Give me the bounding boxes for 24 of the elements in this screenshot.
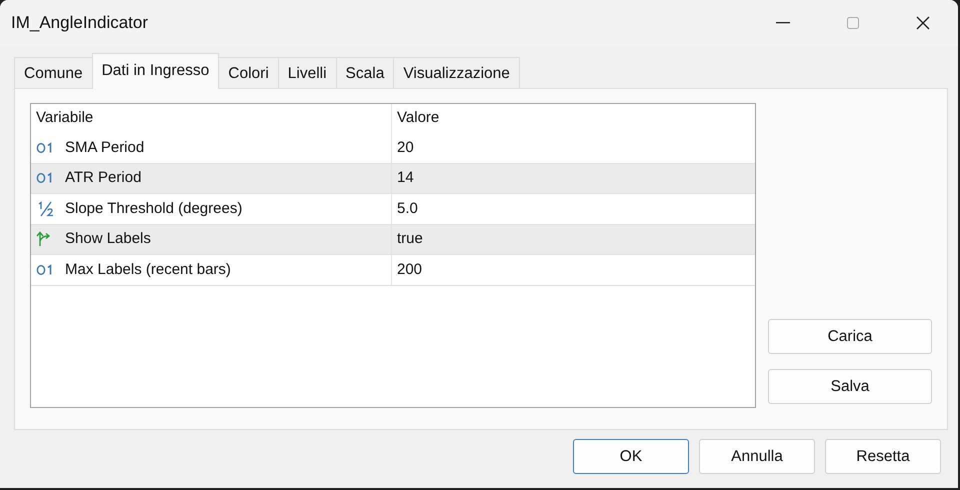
parameter-name: Max Labels (recent bars) <box>65 260 231 280</box>
maximize-icon <box>847 17 859 29</box>
dialog-button[interactable]: Annulla <box>699 439 815 474</box>
parameter-value[interactable]: 200 <box>392 258 422 281</box>
dialog-button[interactable]: OK <box>573 439 689 474</box>
parameter-name: SMA Period <box>65 138 144 158</box>
parameter-value[interactable]: true <box>392 228 423 250</box>
parameter-name: ATR Period <box>65 168 142 188</box>
tab[interactable]: Visualizzazione <box>393 57 520 88</box>
side-button[interactable]: Carica <box>768 319 932 354</box>
column-header: Variabile <box>36 108 94 128</box>
close-icon <box>916 16 930 30</box>
tab[interactable]: Dati in Ingresso <box>92 53 220 89</box>
column-header: Valore <box>396 108 440 128</box>
window-title: IM_AngleIndicator <box>11 12 150 34</box>
parameter-value[interactable]: 5.0 <box>392 198 418 220</box>
tab[interactable]: Comune <box>14 57 93 88</box>
parameter-value[interactable]: 14 <box>392 167 414 190</box>
dialog-button[interactable]: Resetta <box>825 439 941 474</box>
parameter-value[interactable]: 20 <box>392 136 414 159</box>
minimize-icon <box>776 22 790 24</box>
side-button[interactable]: Salva <box>768 369 932 404</box>
parameter-name: Slope Threshold (degrees) <box>65 198 242 218</box>
parameter-name: Show Labels <box>65 229 151 249</box>
